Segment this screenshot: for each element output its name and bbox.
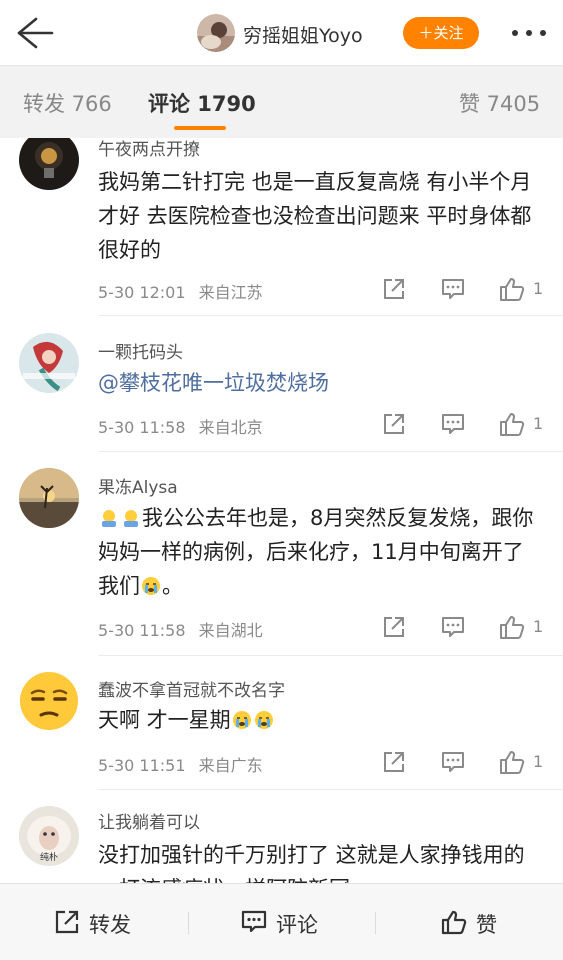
tab-like[interactable]: 赞 7405	[459, 88, 540, 118]
comment-divider	[98, 451, 563, 452]
repost-label: 转发	[89, 913, 131, 937]
like-button[interactable]	[498, 613, 526, 641]
share-button[interactable]	[380, 410, 408, 438]
reply-button[interactable]	[439, 410, 467, 438]
comment-location: 来自湖北	[198, 621, 263, 640]
share-button[interactable]	[380, 613, 408, 641]
more-dots-icon	[512, 30, 546, 36]
commenter-name[interactable]: 午夜两点开撩	[98, 138, 200, 160]
crying-emoji-icon	[142, 577, 160, 595]
comment-location: 来自江苏	[198, 283, 263, 302]
bottom-separator	[375, 912, 376, 934]
worried-emoji-icon	[102, 510, 116, 527]
comment-meta: 5-30 11:51 来自广东	[98, 752, 263, 776]
comment-text-body: 天啊 才一星期	[98, 708, 231, 732]
share-button[interactable]	[380, 275, 408, 303]
author-avatar[interactable]	[197, 14, 235, 52]
author-name[interactable]: 穷摇姐姐Yoyo	[243, 21, 363, 48]
comment-meta: 5-30 11:58 来自北京	[98, 414, 263, 438]
post-tabs: 转发 766 评论 1790 赞 7405	[0, 66, 563, 138]
share-icon	[384, 617, 404, 637]
follow-button[interactable]: ＋关注	[403, 17, 479, 49]
comment-icon	[442, 752, 464, 772]
comment-time: 5-30 11:58	[98, 621, 186, 640]
top-nav-bar: 穷摇姐姐Yoyo ＋关注	[0, 0, 563, 66]
share-button[interactable]	[380, 748, 408, 776]
comment-divider	[98, 655, 563, 656]
commenter-name[interactable]: 让我躺着可以	[98, 808, 200, 833]
mention-link[interactable]: @攀枝花唯一垃圾焚烧场	[98, 366, 538, 400]
commenter-avatar[interactable]	[19, 333, 79, 393]
like-count: 1	[533, 414, 544, 433]
comment-divider	[98, 789, 563, 790]
thumbs-up-icon	[500, 413, 525, 436]
share-icon	[384, 279, 404, 299]
comment-meta: 5-30 11:58 来自湖北	[98, 617, 263, 641]
like-button[interactable]	[498, 275, 526, 303]
back-button[interactable]	[12, 14, 56, 52]
comment-list[interactable]: 午夜两点开撩 我妈第二针打完 也是一直反复高烧 有小半个月才好 去医院检查也没检…	[0, 138, 563, 883]
commenter-name[interactable]: 果冻Alysa	[98, 473, 178, 498]
comment-text: 没打加强针的千万别打了 这就是人家挣钱用的一打流感症状一样阿防新冠	[98, 843, 525, 883]
comment-text: 天啊 才一星期	[98, 703, 538, 737]
like-count: 1	[533, 752, 544, 771]
commenter-avatar[interactable]	[19, 671, 79, 731]
comment-time: 5-30 11:58	[98, 418, 186, 437]
repost-icon	[55, 910, 79, 934]
like-button[interactable]	[498, 748, 526, 776]
thumbs-up-icon	[500, 616, 525, 639]
comment-icon	[442, 617, 464, 637]
comment-time: 5-30 11:51	[98, 756, 186, 775]
share-icon	[384, 414, 404, 434]
comment-time: 5-30 12:01	[98, 283, 186, 302]
comment-divider	[98, 315, 563, 316]
arrow-left-icon	[17, 17, 54, 49]
thumbs-up-icon	[441, 910, 467, 935]
comment-text: 我妈第二针打完 也是一直反复高烧 有小半个月才好 去医院检查也没检查出问题来 平…	[98, 170, 532, 262]
thumbs-up-icon	[500, 278, 525, 301]
like-count: 1	[533, 279, 544, 298]
comment-button[interactable]: 评论	[240, 906, 330, 938]
comment-location: 来自北京	[198, 418, 263, 437]
more-button[interactable]	[508, 20, 550, 46]
comment-icon	[442, 279, 464, 299]
comment-label: 评论	[276, 913, 318, 937]
commenter-avatar[interactable]	[19, 468, 79, 528]
active-tab-indicator	[174, 126, 226, 130]
worried-emoji-icon	[124, 510, 138, 527]
tab-comment[interactable]: 评论 1790	[148, 88, 256, 118]
bottom-separator	[188, 912, 189, 934]
like-count: 1	[533, 617, 544, 636]
thumbs-up-icon	[500, 751, 525, 774]
avatar-caption: 纯朴	[40, 851, 58, 863]
bottom-action-bar: 转发 评论 赞	[0, 883, 563, 960]
commenter-name[interactable]: 蠢波不拿首冠就不改名字	[98, 676, 285, 701]
comment-text-end: 。	[162, 574, 183, 598]
reply-button[interactable]	[439, 275, 467, 303]
like-post-button[interactable]: 赞	[440, 906, 510, 938]
like-label: 赞	[476, 913, 497, 937]
commenter-avatar[interactable]	[19, 138, 79, 190]
reply-button[interactable]	[439, 748, 467, 776]
comment-icon	[442, 414, 464, 434]
comment-location: 来自广东	[198, 756, 263, 775]
comment-icon	[241, 910, 267, 933]
comment-text: 我公公去年也是，8月突然反复发烧，跟你妈妈一样的病例，后来化疗，11月中旬离开了…	[98, 501, 538, 603]
commenter-name[interactable]: 一颗托码头	[98, 338, 183, 363]
like-button[interactable]	[498, 410, 526, 438]
reply-button[interactable]	[439, 613, 467, 641]
crying-emoji-icon	[254, 711, 273, 729]
crying-emoji-icon	[232, 711, 251, 729]
unamused-face-icon	[20, 672, 78, 730]
tab-repost[interactable]: 转发 766	[23, 88, 112, 118]
comment-meta: 5-30 12:01 来自江苏	[98, 279, 263, 303]
repost-button[interactable]: 转发	[53, 906, 143, 938]
share-icon	[384, 752, 404, 772]
commenter-avatar[interactable]: 纯朴	[19, 806, 79, 866]
